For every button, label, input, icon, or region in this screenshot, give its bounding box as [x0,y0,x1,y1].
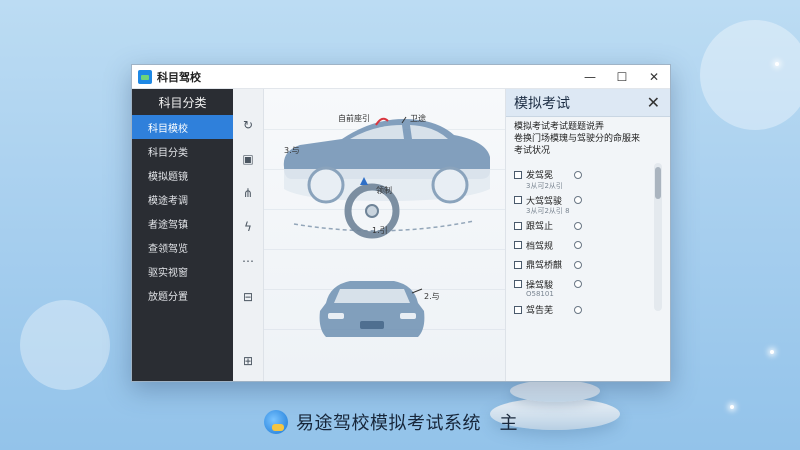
option-item[interactable]: 档驾规 [514,236,654,256]
option-sub: O58101 [526,290,554,298]
callout-mirror: 卫途 [410,114,426,123]
option-label: 发驾冕 [526,171,554,182]
brand-icon [264,410,288,434]
option-label: 驾告芜 [526,306,554,317]
panel-close-icon[interactable]: ✕ [647,93,660,112]
sidebar-item-5[interactable]: 者途驾镇 [132,211,233,235]
background-bubble [20,300,110,390]
close-button[interactable]: ✕ [638,65,670,88]
caption: 易途驾校模拟考试系统 主 [264,409,518,435]
tool-strip: ↻ ▣ ⋔ ϟ ⋯ ⊟ ⊞ [233,89,264,381]
option-radio[interactable] [574,305,582,314]
option-item[interactable]: 鼎驾桥麒 [514,255,654,275]
option-sub: 3从可2从引 8 [526,207,570,215]
minimize-button[interactable]: — [574,65,606,88]
sparkle [775,62,779,66]
sidebar-item-6[interactable]: 查领驾览 [132,235,233,259]
option-radio[interactable] [574,280,582,289]
panel-scrollbar[interactable] [654,163,662,311]
option-sub: 3从可2从引 [526,181,563,190]
sidebar-item-4[interactable]: 模途考调 [132,187,233,211]
app-logo-icon [138,69,152,84]
monitor-icon[interactable]: ⊟ [240,289,256,305]
option-radio[interactable] [574,170,582,179]
maximize-button[interactable]: ☐ [606,65,638,88]
refresh-icon[interactable]: ↻ [240,117,256,133]
option-label: 档驾规 [526,241,554,252]
app-window: 科目驾校 — ☐ ✕ 科目分类 科目模校 科目分类 模拟题镜 模途考调 者途驾镇… [131,64,671,382]
description-line: 卷换门场模瑰与驾驶分的命服来 [514,134,641,144]
adjust-icon[interactable]: ⋔ [240,185,256,201]
callout-front: 2.与 [424,292,440,301]
option-checkbox[interactable] [514,305,522,314]
panel-title: 模拟考试 [514,95,570,112]
panel-header: 模拟考试 ✕ [506,89,670,117]
callout-roof: 自前座引 [338,114,370,123]
option-label: 操驾駿 [526,280,554,291]
sidebar-header: 科目分类 [158,95,207,110]
callout-side: 3.与 [284,146,300,155]
grid-icon[interactable]: ⊞ [240,353,256,369]
sidebar-item-3[interactable]: 模拟题镜 [132,163,233,187]
callout-wheel-bottom: 1.引 [372,226,388,235]
pedestal-top [510,380,600,402]
save-icon[interactable]: ▣ [240,151,256,167]
description-line: 模拟考试考试题题说弄 [514,122,605,132]
option-radio[interactable] [574,241,582,250]
sidebar: 科目分类 科目模校 科目分类 模拟题镜 模途考调 者途驾镇 查领驾览 驱实视窗 … [132,89,233,381]
option-label: 鼎驾桥麒 [526,261,563,272]
option-checkbox[interactable] [514,280,522,289]
sidebar-item-2[interactable]: 科目分类 [132,139,233,163]
background-bubble [700,20,800,130]
side-view-car [283,119,490,232]
option-checkbox[interactable] [514,260,522,269]
panel-description: 模拟考试考试题题说弄 卷换门场模瑰与驾驶分的命服来 考试状况 [506,117,670,157]
app-title: 科目驾校 [157,70,201,84]
flash-icon[interactable]: ϟ [240,219,256,235]
caption-text: 易途驾校模拟考试系统 主 [296,413,518,434]
option-item[interactable]: 跟驾止 [514,216,654,236]
callout-wheel-center: 领制 [376,186,392,195]
exam-panel: 模拟考试 ✕ 模拟考试考试题题说弄 卷换门场模瑰与驾驶分的命服来 考试状况 发驾… [506,89,670,381]
more-icon[interactable]: ⋯ [240,253,256,269]
front-view-car [319,281,425,337]
option-radio[interactable] [574,260,582,269]
option-list: 发驾冕 3从可2从引 大驾驾骏 3从可2从引 8 跟驾止 档驾规 鼎驾桥麒 操驾… [514,165,654,320]
option-checkbox[interactable] [514,196,522,205]
sidebar-item-8[interactable]: 放题分置 [132,283,233,307]
option-radio[interactable] [574,196,582,205]
option-label: 大驾驾骏 [526,196,563,207]
sparkle [730,405,734,409]
sparkle [770,350,774,354]
option-item[interactable]: 驾告芜 [514,300,654,320]
main-content: 科目分类 科目模校 科目分类 模拟题镜 模途考调 者途驾镇 查领驾览 驱实视窗 … [132,89,670,381]
option-checkbox[interactable] [514,170,522,179]
option-checkbox[interactable] [514,241,522,250]
option-checkbox[interactable] [514,221,522,230]
option-label: 跟驾止 [526,222,554,233]
option-radio[interactable] [574,221,582,230]
scrollbar-thumb[interactable] [655,167,661,199]
title-bar: 科目驾校 — ☐ ✕ [132,65,670,89]
sidebar-item-1[interactable]: 科目模校 [132,115,233,139]
window-controls: — ☐ ✕ [574,65,670,88]
description-line: 考试状况 [514,146,551,156]
sidebar-item-7[interactable]: 驱实视窗 [132,259,233,283]
car-diagram-canvas: 自前座引 卫途 3.与 领制 1.引 2.与 [264,89,506,381]
